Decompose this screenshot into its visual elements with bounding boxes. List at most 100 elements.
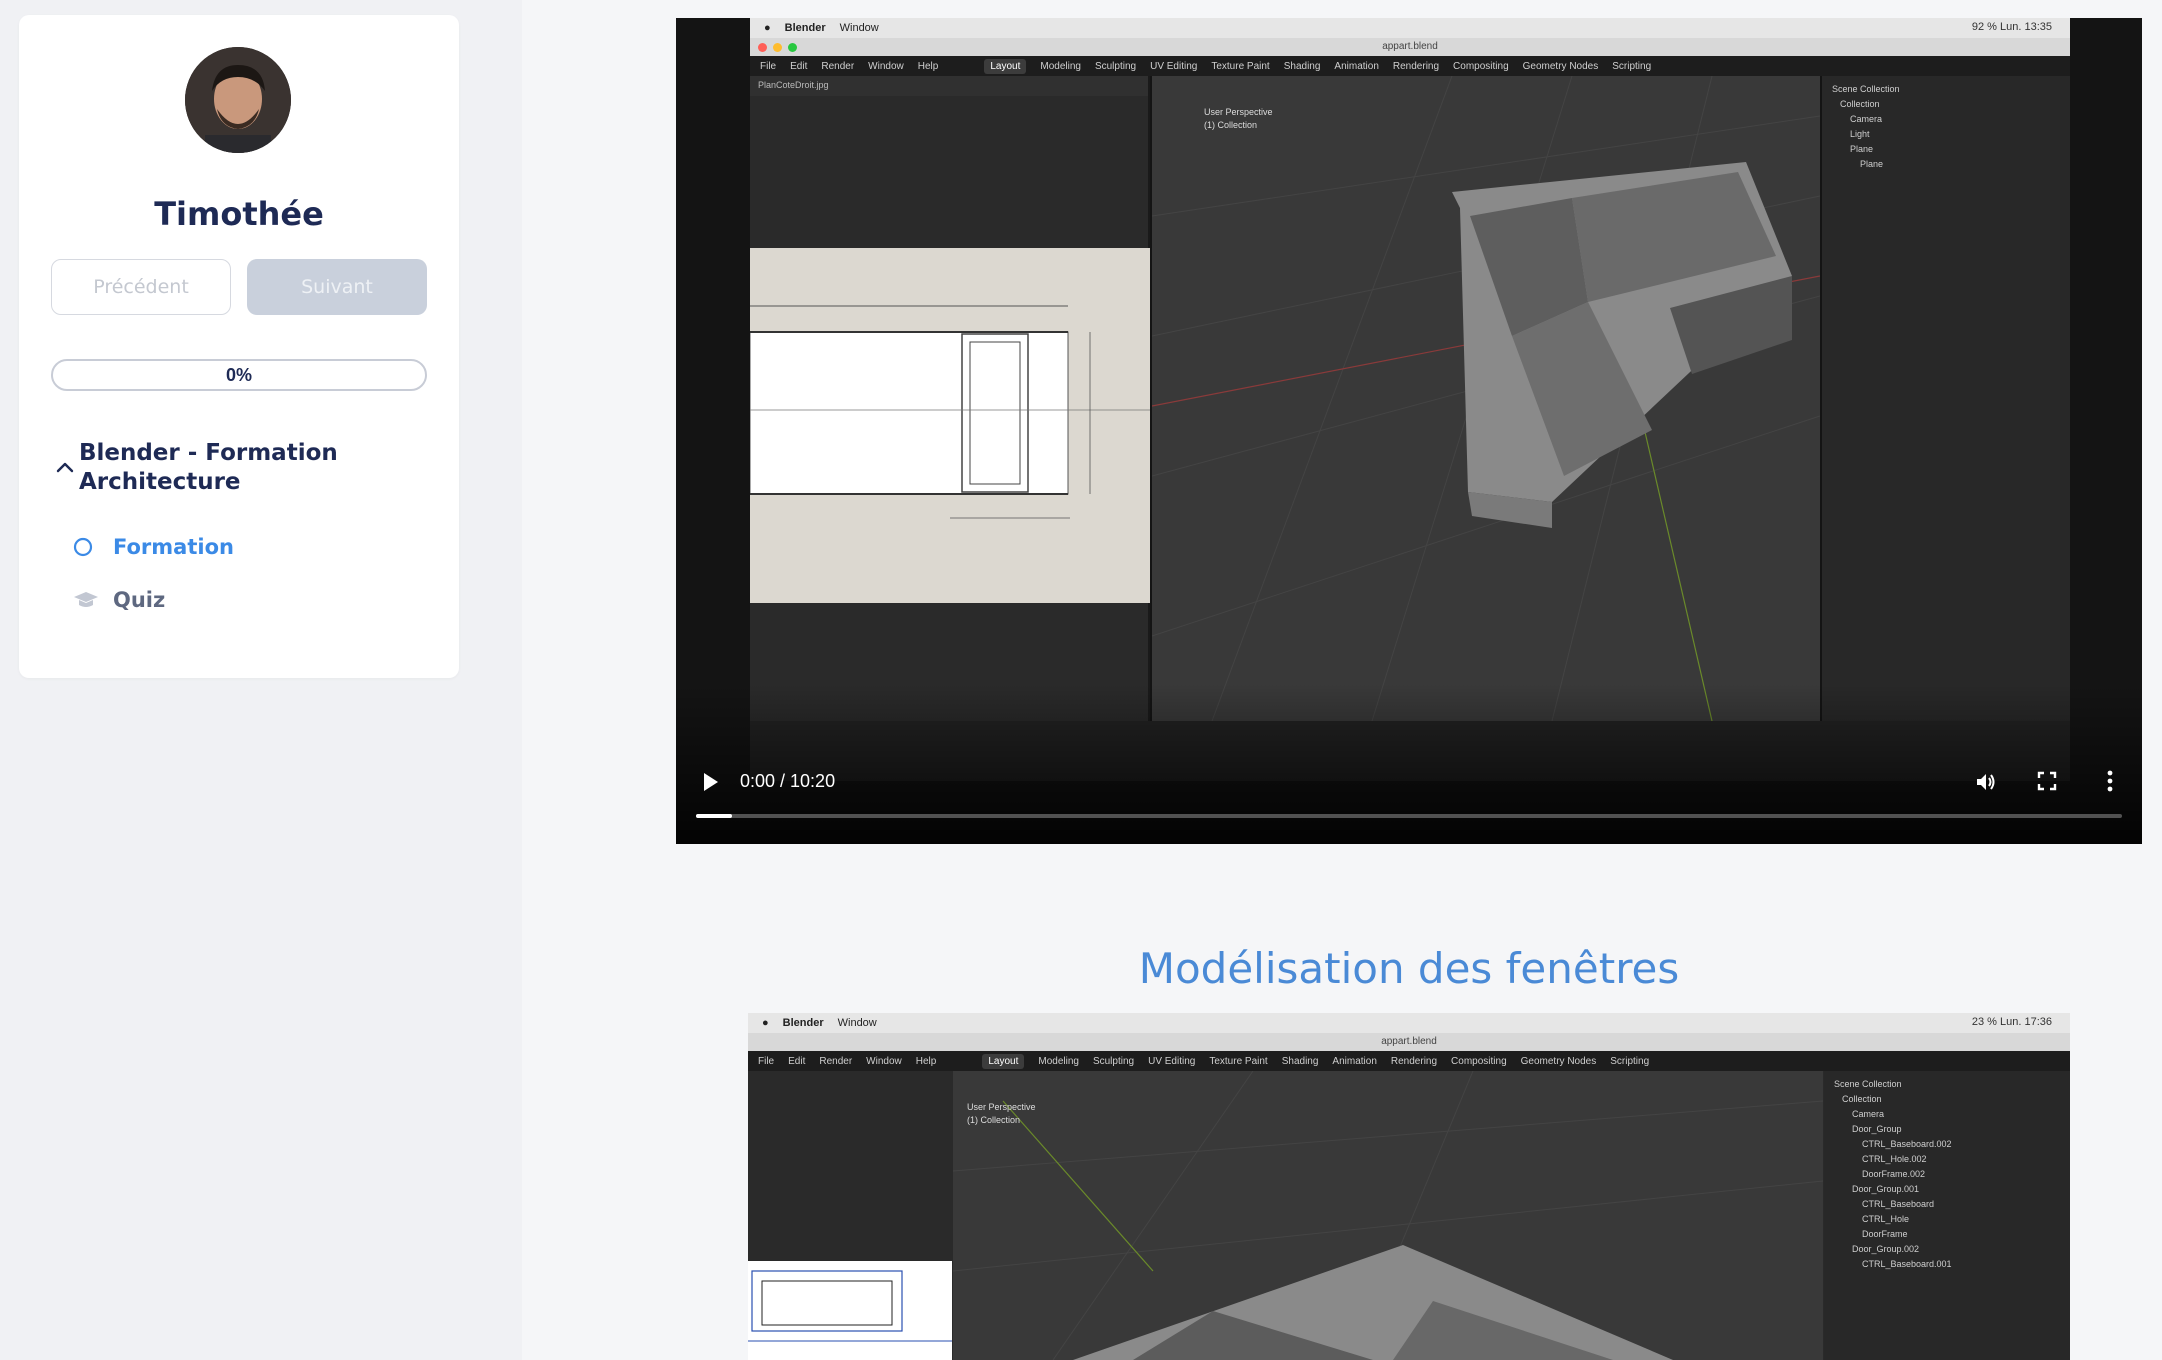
user-name: Timothée xyxy=(154,195,324,233)
image-editor-panel: PlanCoteDroit.jpg xyxy=(750,76,1150,721)
outliner-item: Camera xyxy=(1850,114,1883,124)
workspace-tab: Rendering xyxy=(1390,1055,1438,1067)
outliner-item: Plane xyxy=(1850,144,1874,154)
menu-file: File xyxy=(758,1055,775,1067)
workspace-tab: Scripting xyxy=(1612,60,1652,72)
play-icon[interactable] xyxy=(702,772,720,797)
previous-button[interactable]: Précédent xyxy=(51,259,231,315)
section-title: Modélisation des fenêtres xyxy=(1138,944,1680,993)
workspace-tab: Texture Paint xyxy=(1211,60,1270,72)
fullscreen-icon[interactable] xyxy=(2036,770,2058,797)
3d-scene xyxy=(952,1070,1824,1360)
menu-window: Window xyxy=(866,1055,902,1067)
window-title-bar: appart.blend xyxy=(748,1033,2070,1051)
mac-status: 92 % Lun. 13:35 xyxy=(1971,21,2052,33)
outliner-panel: Scene Collection Collection Camera Light… xyxy=(1822,76,2070,721)
workspace-tab: Layout xyxy=(984,58,1027,74)
workspace-tab: Compositing xyxy=(1451,1055,1507,1067)
window-title-bar: appart.blend xyxy=(750,38,2070,56)
lesson-label: Formation xyxy=(113,535,234,559)
outliner-item: Door_Group.001 xyxy=(1852,1184,1920,1194)
mac-menu-window: Window xyxy=(837,1017,877,1029)
course-title: Blender - Formation Architecture xyxy=(78,440,338,495)
outliner-item: CTRL_Hole.002 xyxy=(1862,1154,1927,1164)
floor-plan-image xyxy=(748,1261,952,1360)
outliner-item: CTRL_Baseboard.002 xyxy=(1862,1139,1952,1149)
more-options-icon[interactable] xyxy=(2106,770,2114,797)
workspace-tab: Modeling xyxy=(1040,60,1081,72)
workspace-tab: Animation xyxy=(1334,60,1379,72)
outliner-item: Camera xyxy=(1852,1109,1885,1119)
outliner-panel: Scene Collection Collection Camera Door_… xyxy=(1824,1071,2070,1360)
menu-edit: Edit xyxy=(790,60,808,72)
menu-file: File xyxy=(760,60,777,72)
image-name: PlanCoteDroit.jpg xyxy=(758,80,829,90)
image-editor-panel xyxy=(748,1071,952,1360)
blender-menu-bar: File Edit Render Window Help Layout Mode… xyxy=(750,56,2070,76)
file-title: appart.blend xyxy=(1382,41,1438,52)
mac-menu-bar: ● Blender Window 92 % Lun. 13:35 xyxy=(750,18,2070,38)
course-sidebar-card: Timothée Précédent Suivant 0% Blender - … xyxy=(19,15,459,678)
workspace-tab: Shading xyxy=(1281,1055,1319,1067)
file-title: appart.blend xyxy=(1381,1036,1437,1047)
viewport-label: User Perspective xyxy=(967,1102,1036,1112)
workspace-tab: Compositing xyxy=(1453,60,1509,72)
outliner-item: Scene Collection xyxy=(1832,84,1900,94)
lesson-item-formation[interactable]: Formation xyxy=(73,535,234,559)
course-section-toggle[interactable]: Blender - Formation Architecture xyxy=(51,439,431,497)
workspace-tab: Texture Paint xyxy=(1209,1055,1268,1067)
outliner-item: CTRL_Baseboard.001 xyxy=(1862,1259,1952,1269)
lesson-item-quiz[interactable]: Quiz xyxy=(73,588,165,612)
3d-scene xyxy=(1151,75,1821,722)
workspace-tab: Animation xyxy=(1332,1055,1377,1067)
outliner-item: DoorFrame xyxy=(1862,1229,1908,1239)
video-controls: 0:00 / 10:20 xyxy=(676,760,2142,810)
menu-window: Window xyxy=(868,60,904,72)
outliner-item: Collection xyxy=(1840,99,1880,109)
viewport-sublabel: (1) Collection xyxy=(1204,120,1258,130)
progress-label: 0% xyxy=(225,364,252,385)
workspace-tab: Geometry Nodes xyxy=(1520,1055,1597,1067)
workspace-tab: Geometry Nodes xyxy=(1522,60,1599,72)
workspace-tab: Modeling xyxy=(1038,1055,1079,1067)
blender-menu-bar: File Edit Render Window Help Layout Mode… xyxy=(748,1051,2070,1071)
outliner-item: Light xyxy=(1850,129,1870,139)
apple-icon: ● xyxy=(762,1017,769,1029)
outliner-item: Door_Group.002 xyxy=(1852,1244,1920,1254)
video-scrubber[interactable] xyxy=(696,814,2122,818)
viewport-label: User Perspective xyxy=(1204,107,1273,117)
menu-help: Help xyxy=(917,60,939,72)
mac-app-name: Blender xyxy=(784,22,826,34)
mac-app-name: Blender xyxy=(782,1017,824,1029)
apple-icon: ● xyxy=(764,22,771,34)
workspace-tab: Sculpting xyxy=(1094,60,1137,72)
workspace-tab: Shading xyxy=(1283,60,1321,72)
outliner-item: Scene Collection xyxy=(1834,1079,1902,1089)
video-player-2[interactable]: ● Blender Window 23 % Lun. 17:36 appart.… xyxy=(748,1013,2070,1360)
menu-render: Render xyxy=(819,1055,853,1067)
lesson-label: Quiz xyxy=(113,588,166,612)
mac-status: 23 % Lun. 17:36 xyxy=(1971,1016,2052,1028)
progress-bar: 0% xyxy=(51,359,427,391)
workspace-tab: UV Editing xyxy=(1148,1055,1196,1067)
video-player[interactable]: ● Blender Window 92 % Lun. 13:35 appart.… xyxy=(676,18,2142,844)
workspace-tab: Layout xyxy=(982,1053,1025,1069)
floor-plan-image xyxy=(750,248,1150,603)
avatar xyxy=(185,47,291,153)
next-button[interactable]: Suivant xyxy=(247,259,427,315)
graduation-cap-icon xyxy=(73,590,99,610)
video-timecode: 0:00 / 10:20 xyxy=(740,771,836,791)
workspace-tab: UV Editing xyxy=(1150,60,1198,72)
outliner-item: Door_Group xyxy=(1852,1124,1902,1134)
outliner-item: CTRL_Baseboard xyxy=(1862,1199,1935,1209)
workspace-tab: Scripting xyxy=(1610,1055,1650,1067)
circle-outline-icon xyxy=(73,537,99,557)
viewport-sublabel: (1) Collection xyxy=(967,1115,1021,1125)
3d-viewport: User Perspective (1) Collection xyxy=(952,1070,1824,1360)
chevron-up-icon[interactable] xyxy=(51,439,79,495)
workspace-tab: Sculpting xyxy=(1092,1055,1135,1067)
outliner-item: DoorFrame.002 xyxy=(1862,1169,1926,1179)
volume-icon[interactable] xyxy=(1974,770,1998,799)
outliner-item: Plane xyxy=(1860,159,1884,169)
image-editor-header: PlanCoteDroit.jpg xyxy=(750,76,1148,96)
